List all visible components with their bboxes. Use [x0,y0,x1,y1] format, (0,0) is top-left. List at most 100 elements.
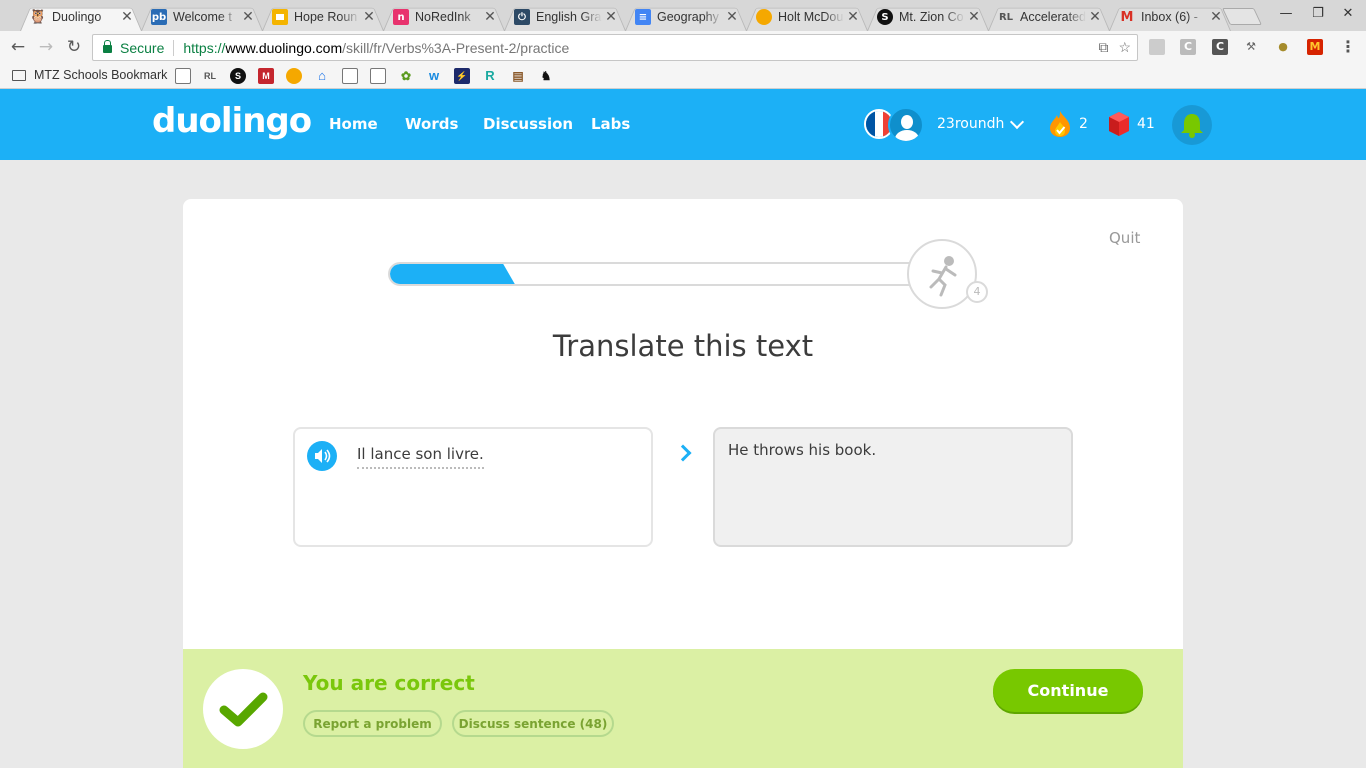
tab-inbox[interactable]: M Inbox (6) - ✕ [1105,3,1235,31]
close-icon[interactable]: ✕ [723,9,741,25]
avatar[interactable] [888,107,924,143]
tab-title: Inbox (6) - [1141,10,1198,24]
browser-tab-strip: 🦉 Duolingo ✕ pb Welcome t ✕ Hope Roun ✕ … [0,0,1366,31]
discuss-sentence-button[interactable]: Discuss sentence (48) [452,710,614,737]
address-bar[interactable]: Secure https:// www.duolingo.com /skill/… [92,34,1138,61]
answer-textarea[interactable]: He throws his book. [713,427,1073,547]
close-icon[interactable]: ✕ [844,9,862,25]
close-icon[interactable]: ✕ [239,9,257,25]
tab-title: Hope Roun [294,10,358,24]
weebly-icon[interactable]: w [426,68,442,84]
browser-toolbar: ← → ↻ Secure https:// www.duolingo.com /… [0,31,1366,63]
close-icon[interactable]: ✕ [602,9,620,25]
page-icon[interactable] [342,68,358,84]
tab-mt-zion[interactable]: S Mt. Zion Co ✕ [863,3,993,31]
tab-accelerated-reader[interactable]: RL Accelerated ✕ [984,3,1114,31]
tab-geography[interactable]: ≡ Geography ✕ [621,3,751,31]
tab-title: Holt McDou [778,10,844,24]
tab-title: Geography [657,10,719,24]
page-icon[interactable] [370,68,386,84]
orange-dot-icon [756,9,772,25]
nav-home[interactable]: Home [329,115,378,133]
tab-duolingo[interactable]: 🦉 Duolingo ✕ [16,3,146,31]
reload-icon[interactable]: ↻ [64,37,84,57]
duolingo-header: duolingo Home Words Discussion Labs 23ro… [0,89,1366,160]
slides-icon [272,9,288,25]
quit-link[interactable]: Quit [1109,229,1140,247]
source-sentence[interactable]: Il lance son livre. [357,445,484,469]
tab-hope-round[interactable]: Hope Roun ✕ [258,3,388,31]
tab-welcome[interactable]: pb Welcome t ✕ [137,3,267,31]
prompt-title: Translate this text [552,329,814,363]
rl-icon[interactable]: RL [202,68,218,84]
streak-flame-icon[interactable] [1048,110,1072,138]
tab-english-grammar[interactable]: ⏻ English Gra ✕ [500,3,630,31]
streak-count: 2 [1079,116,1088,132]
speaker-icon[interactable] [307,441,337,471]
duolingo-logo[interactable]: duolingo [152,101,312,141]
nav-discussion[interactable]: Discussion [483,115,573,133]
menu-kebab-icon[interactable]: ⋮ [1340,39,1356,55]
chevron-right-icon [674,444,692,462]
report-problem-button[interactable]: Report a problem [303,710,442,737]
nav-labs[interactable]: Labs [591,115,630,133]
tab-title: English Gra [536,10,602,24]
lesson-card: Quit 4 Translate this text Il lance son … [183,199,1183,768]
close-icon[interactable]: ✕ [1207,9,1225,25]
noredink-icon: n [393,9,409,25]
notifications-button[interactable] [1172,105,1212,145]
close-icon[interactable]: ✕ [965,9,983,25]
bookmark-star-icon[interactable]: ☆ [1118,39,1131,56]
tab-title: Accelerated [1020,10,1086,24]
lingot-count: 41 [1137,116,1155,132]
books-icon[interactable]: ▤ [510,68,526,84]
leaf-icon[interactable]: ✿ [398,68,414,84]
close-icon[interactable]: ✕ [118,9,136,25]
minimize-icon[interactable]: — [1276,6,1296,21]
forward-icon[interactable]: → [36,37,56,57]
new-tab-button[interactable] [1222,8,1262,25]
tab-holt-mcdougal[interactable]: Holt McDou ✕ [742,3,872,31]
s-logo-icon: S [877,9,893,25]
extension-cast-icon[interactable] [1149,39,1165,55]
progress-fill [390,264,498,284]
elephant-icon[interactable]: ♞ [538,68,554,84]
extension-c-gray-icon[interactable]: C [1180,39,1196,55]
r-logo-icon[interactable]: R [482,68,498,84]
extension-tools-icon[interactable]: ⚒ [1243,39,1259,55]
restore-icon[interactable]: ❐ [1308,6,1328,21]
s-logo-icon[interactable]: S [230,68,246,84]
mcgraw-hill-icon[interactable]: M [258,68,274,84]
extension-c-dark-icon[interactable]: C [1212,39,1228,55]
orange-dot-icon[interactable] [286,68,302,84]
pb-icon: pb [151,9,167,25]
page-icon[interactable] [175,68,191,84]
username[interactable]: 23roundh [937,116,1004,132]
lightning-icon[interactable]: ⚡ [454,68,470,84]
close-icon[interactable]: ✕ [481,9,499,25]
lingot-gem-icon[interactable] [1108,111,1130,137]
chevron-down-icon[interactable] [1009,114,1025,130]
url-path: /skill/fr/Verbs%3A-Present-2/practice [342,39,570,56]
home-icon[interactable]: ⌂ [314,68,330,84]
nav-words[interactable]: Words [405,115,458,133]
window-close-icon[interactable]: ✕ [1338,6,1358,21]
rl-icon: RL [998,11,1014,23]
docs-icon: ≡ [635,9,651,25]
extension-mcdonalds-icon[interactable]: M [1307,39,1323,55]
bookmark-folder[interactable]: MTZ Schools Bookmark [12,68,167,82]
extension-owl-icon[interactable]: ● [1275,39,1291,55]
progress-bar [388,262,928,286]
result-title: You are correct [303,671,475,695]
power-icon: ⏻ [514,9,530,25]
close-icon[interactable]: ✕ [1086,9,1104,25]
tab-noredink[interactable]: n NoRedInk ✕ [379,3,509,31]
translate-icon[interactable]: ⧉ [1098,39,1108,56]
duolingo-owl-icon: 🦉 [29,9,47,25]
goal-circle [907,239,977,309]
continue-button[interactable]: Continue [993,669,1143,712]
checkmark-icon [219,692,268,727]
tab-title: Welcome t [173,10,232,24]
close-icon[interactable]: ✕ [360,9,378,25]
back-icon[interactable]: ← [8,37,28,57]
